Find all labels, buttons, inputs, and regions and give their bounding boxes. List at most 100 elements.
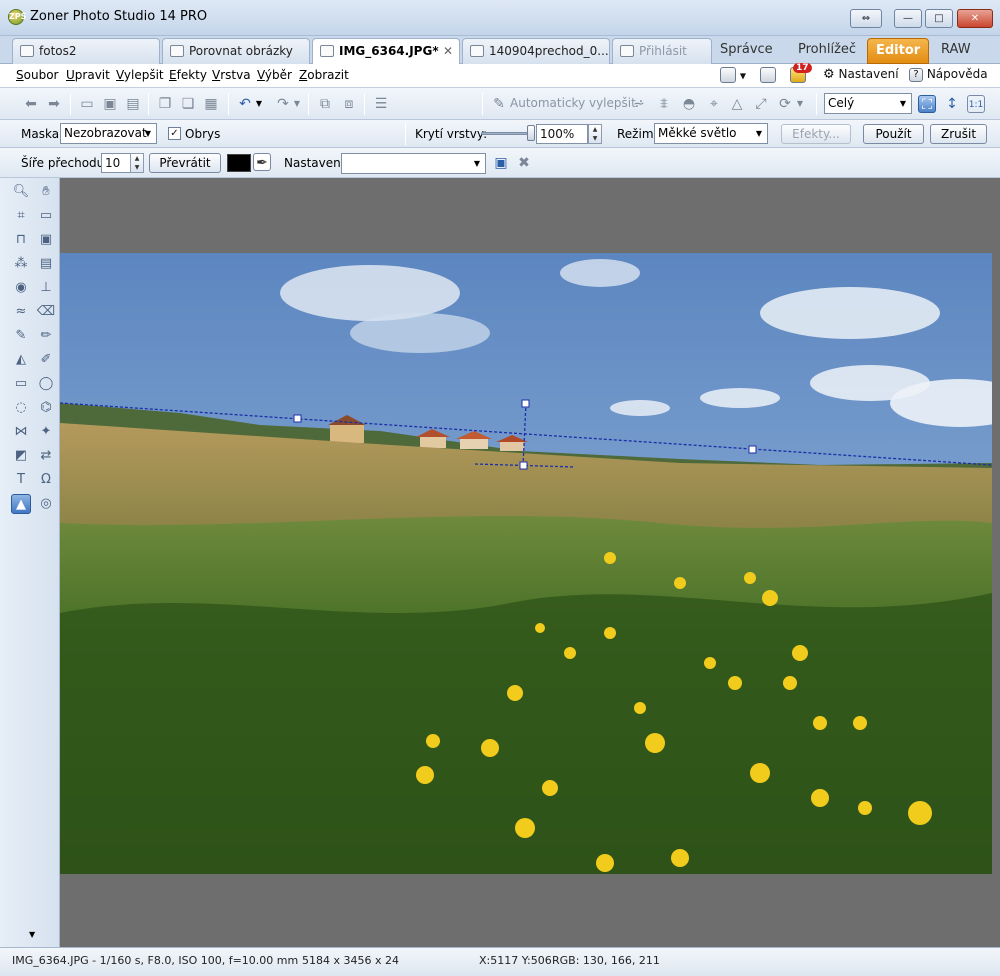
rotate-dropdown-icon[interactable]: ▼ xyxy=(795,95,805,113)
menu-selection[interactable]: Výběr xyxy=(257,68,292,82)
ellipse-select-icon[interactable]: ◯ xyxy=(36,374,56,394)
layers-icon[interactable]: ☰ xyxy=(372,95,390,113)
polygon-lasso-icon[interactable]: ⌬ xyxy=(36,398,56,418)
paste-special-icon[interactable]: ▦ xyxy=(202,95,220,113)
color-balance-icon[interactable]: ◓ xyxy=(680,95,698,113)
open-icon[interactable]: ▭ xyxy=(78,95,96,113)
photo-preview[interactable] xyxy=(60,253,992,874)
zoom-select[interactable]: Celý ▼ xyxy=(824,93,912,114)
mode-raw[interactable]: RAW xyxy=(933,38,979,64)
sharpen-icon[interactable]: △ xyxy=(728,95,746,113)
straighten-icon[interactable]: ⌖ xyxy=(705,95,723,113)
save-icon[interactable]: ▣ xyxy=(101,95,119,113)
gradient-filter-icon[interactable]: ▲ xyxy=(11,494,31,514)
save-preset-icon[interactable]: ▣ xyxy=(492,154,510,172)
tab-login[interactable]: Přihlásit xyxy=(612,38,712,64)
back-arrow-icon[interactable]: ⬅ xyxy=(22,95,40,113)
opacity-spinner[interactable]: ▲ ▼ xyxy=(588,124,602,144)
levels-icon[interactable]: ⩫ xyxy=(630,95,648,113)
clone-stamp-icon[interactable]: ⊥ xyxy=(36,278,56,298)
mode-editor[interactable]: Editor xyxy=(867,38,929,64)
menu-enhance[interactable]: Vylepšit xyxy=(116,68,164,82)
forward-arrow-icon[interactable]: ➡ xyxy=(45,95,63,113)
mode-viewer[interactable]: Prohlížeč xyxy=(790,38,864,64)
bucket-icon[interactable]: ◭ xyxy=(11,350,31,370)
invert-button[interactable]: Převrátit xyxy=(149,153,221,173)
help-menu[interactable]: ? Nápověda xyxy=(909,67,988,82)
maximize-button[interactable]: □ xyxy=(925,9,953,28)
mode-manager[interactable]: Správce xyxy=(712,38,781,64)
menu-edit[interactable]: Upravit xyxy=(66,68,110,82)
opacity-input[interactable]: 100% xyxy=(536,124,588,144)
menu-view[interactable]: Zobrazit xyxy=(299,68,349,82)
perspective-icon[interactable]: ⊓ xyxy=(11,230,31,250)
hand-icon[interactable]: ✋︎ xyxy=(36,182,56,202)
border-icon[interactable]: ▣ xyxy=(36,230,56,250)
copy-icon[interactable]: ❐ xyxy=(156,95,174,113)
restore-layout-button[interactable]: ⇔ xyxy=(850,9,882,28)
paste-icon[interactable]: ❏ xyxy=(179,95,197,113)
healing-icon[interactable]: ≈ xyxy=(11,302,31,322)
frame-icon[interactable]: ▭ xyxy=(36,206,56,226)
auto-enhance-button[interactable]: Automaticky vylepšit xyxy=(510,96,636,110)
gradient-width-input[interactable]: 10 xyxy=(101,153,131,173)
magic-wand-icon[interactable]: ✦ xyxy=(36,422,56,442)
minimize-button[interactable]: — xyxy=(894,9,922,28)
redo-dropdown-icon[interactable]: ▼ xyxy=(292,95,302,113)
tab-close-icon[interactable]: ✕ xyxy=(443,39,453,63)
zoom-1-1-button[interactable]: 1:1 xyxy=(967,95,985,113)
redo-icon[interactable]: ↷ xyxy=(274,95,292,113)
preset-select[interactable]: ▼ xyxy=(341,153,486,174)
curves-icon[interactable]: ⩨ xyxy=(655,95,673,113)
text-icon[interactable]: T xyxy=(11,470,31,490)
monitor-dropdown[interactable]: ▼ xyxy=(720,67,746,83)
brush-icon[interactable]: ✏︎ xyxy=(36,326,56,346)
print-icon[interactable]: ▤ xyxy=(124,95,142,113)
duplicate-icon[interactable]: ⧉ xyxy=(316,95,334,113)
menu-file[interactable]: Soubor xyxy=(16,68,58,82)
brush-plus-icon[interactable]: ✎ xyxy=(11,326,31,346)
tab-fotos2[interactable]: fotos2 xyxy=(12,38,160,64)
auto-enhance-icon[interactable]: ✎ xyxy=(490,95,508,113)
apply-button[interactable]: Použít xyxy=(863,124,924,144)
tab-compare-images[interactable]: Porovnat obrázky xyxy=(162,38,310,64)
menu-layer[interactable]: Vrstva xyxy=(212,68,251,82)
menu-effects[interactable]: Efekty xyxy=(169,68,207,82)
eyedropper-icon[interactable]: ✒ xyxy=(253,153,271,171)
gradient-width-spinner[interactable]: ▲ ▼ xyxy=(130,153,144,173)
replace-color-icon[interactable]: ⇄ xyxy=(36,446,56,466)
zoom-icon[interactable]: 🔍︎ xyxy=(11,182,31,202)
gradient-fill-icon[interactable]: ▤ xyxy=(36,254,56,274)
magnetic-lasso-icon[interactable]: ⋈ xyxy=(11,422,31,442)
pencil-icon[interactable]: ✐ xyxy=(36,350,56,370)
mask-select[interactable]: Nezobrazovat ▼ xyxy=(60,123,157,144)
fit-height-icon[interactable]: ↕ xyxy=(943,95,961,113)
cancel-button[interactable]: Zrušit xyxy=(930,124,987,144)
crop-icon[interactable]: ⌗ xyxy=(11,206,31,226)
fit-screen-icon[interactable]: ⛶ xyxy=(918,95,936,113)
opacity-slider[interactable] xyxy=(481,132,531,135)
editor-canvas[interactable] xyxy=(60,178,1000,947)
lasso-icon[interactable]: ◌ xyxy=(11,398,31,418)
undo-dropdown-icon[interactable]: ▼ xyxy=(254,95,264,113)
shape-icon[interactable]: Ω xyxy=(36,470,56,490)
gradient-color-swatch[interactable] xyxy=(227,154,251,172)
eye-icon[interactable]: ◉ xyxy=(11,278,31,298)
blend-mode-select[interactable]: Měkké světlo ▼ xyxy=(654,123,768,144)
red-eye-icon[interactable]: ⁂ xyxy=(11,254,31,274)
delete-preset-icon[interactable]: ✖ xyxy=(515,154,533,172)
color-picker-icon[interactable]: ◩ xyxy=(11,446,31,466)
tab-140904prechod[interactable]: 140904prechod_0... xyxy=(462,38,610,64)
outline-checkbox[interactable]: ✓ xyxy=(168,127,181,140)
undo-icon[interactable]: ↶ xyxy=(236,95,254,113)
tab-img-6364[interactable]: IMG_6364.JPG* ✕ xyxy=(312,38,460,65)
resize-icon[interactable]: ⤢ xyxy=(752,95,770,113)
rect-select-icon[interactable]: ▭ xyxy=(11,374,31,394)
close-button[interactable]: ✕ xyxy=(957,9,993,28)
settings-menu[interactable]: ⚙ Nastavení xyxy=(823,67,899,82)
batch-icon[interactable]: ⧈ xyxy=(340,95,358,113)
effects-button[interactable]: Efekty... xyxy=(781,124,851,144)
radial-filter-icon[interactable]: ◎ xyxy=(36,494,56,514)
rotate-icon[interactable]: ⟳ xyxy=(776,95,794,113)
eraser-icon[interactable]: ⌫ xyxy=(36,302,56,322)
